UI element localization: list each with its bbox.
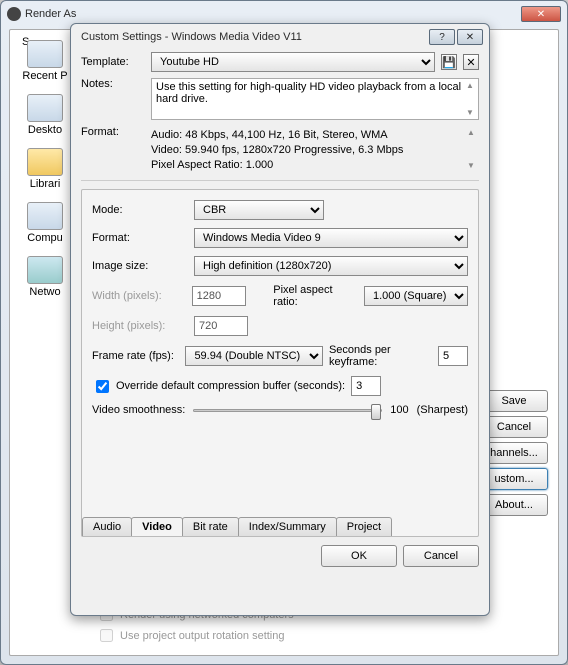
vformat-select[interactable]: Windows Media Video 9 — [194, 228, 468, 248]
right-button-column: Save Cancel hannels... ustom... About... — [480, 390, 548, 516]
window-title: Render As — [21, 8, 521, 20]
tab-index-summary[interactable]: Index/Summary — [238, 517, 337, 536]
override-input[interactable] — [351, 376, 381, 396]
about-button[interactable]: About... — [480, 494, 548, 516]
fps-select[interactable]: 59.94 (Double NTSC) — [185, 346, 323, 366]
sidebar-item-recent[interactable]: Recent P — [16, 40, 74, 82]
use-rotation-checkbox[interactable]: Use project output rotation setting — [96, 626, 294, 645]
spk-label: Seconds per keyframe: — [329, 344, 432, 368]
help-icon[interactable]: ? — [429, 29, 455, 45]
format-summary: Audio: 48 Kbps, 44,100 Hz, 16 Bit, Stere… — [151, 126, 479, 174]
tab-project[interactable]: Project — [336, 517, 392, 536]
delete-template-icon[interactable]: ✕ — [463, 54, 479, 70]
fps-label: Frame rate (fps): — [92, 350, 179, 362]
smoothness-slider[interactable] — [193, 409, 382, 412]
smoothness-value: 100 — [390, 404, 408, 416]
smoothness-label: Video smoothness: — [92, 404, 185, 416]
sub-footer: OK Cancel — [81, 545, 479, 567]
notes-textarea[interactable]: Use this setting for high-quality HD vid… — [151, 78, 479, 120]
titlebar-sub: Custom Settings - Windows Media Video V1… — [71, 24, 489, 50]
notes-scrollbar[interactable]: ▲▼ — [464, 81, 476, 117]
divider — [81, 180, 479, 181]
format-scrollbar[interactable]: ▲▼ — [465, 128, 477, 172]
sidebar-item-desktop[interactable]: Deskto — [16, 94, 74, 136]
format-label: Format: — [81, 126, 145, 138]
channels-button[interactable]: hannels... — [480, 442, 548, 464]
save-button[interactable]: Save — [480, 390, 548, 412]
width-label: Width (pixels): — [92, 290, 186, 302]
tab-video[interactable]: Video — [131, 517, 183, 536]
sub-body: Template: Youtube HD 💾 ✕ Notes: Use this… — [81, 52, 479, 605]
vformat-label: Format: — [92, 232, 188, 244]
app-icon — [7, 7, 21, 21]
slider-thumb[interactable] — [371, 404, 381, 420]
custom-button[interactable]: ustom... — [480, 468, 548, 490]
width-input — [192, 286, 246, 306]
spk-input[interactable] — [438, 346, 468, 366]
sidebar-item-computer[interactable]: Compu — [16, 202, 74, 244]
cancel-button[interactable]: Cancel — [403, 545, 479, 567]
template-select[interactable]: Youtube HD — [151, 52, 435, 72]
height-label: Height (pixels): — [92, 320, 188, 332]
tab-bitrate[interactable]: Bit rate — [182, 517, 239, 536]
cancel-button[interactable]: Cancel — [480, 416, 548, 438]
places-sidebar: Recent P Deskto Librari Compu Netwo — [16, 40, 74, 310]
ok-button[interactable]: OK — [321, 545, 397, 567]
close-icon[interactable]: ✕ — [457, 29, 483, 45]
override-buffer-checkbox[interactable]: Override default compression buffer (sec… — [92, 377, 345, 396]
mode-label: Mode: — [92, 204, 188, 216]
imgsize-select[interactable]: High definition (1280x720) — [194, 256, 468, 276]
imgsize-label: Image size: — [92, 260, 188, 272]
tab-audio[interactable]: Audio — [82, 517, 132, 536]
sub-window-title: Custom Settings - Windows Media Video V1… — [77, 31, 429, 43]
sidebar-item-network[interactable]: Netwo — [16, 256, 74, 298]
template-label: Template: — [81, 56, 145, 68]
par-select[interactable]: 1.000 (Square) — [364, 286, 468, 306]
save-template-icon[interactable]: 💾 — [441, 54, 457, 70]
settings-tabs: Audio Video Bit rate Index/Summary Proje… — [82, 517, 391, 536]
mode-select[interactable]: CBR — [194, 200, 324, 220]
notes-label: Notes: — [81, 78, 145, 90]
height-input — [194, 316, 248, 336]
video-settings-panel: Mode: CBR Format: Windows Media Video 9 … — [81, 189, 479, 537]
close-icon[interactable]: ✕ — [521, 6, 561, 22]
custom-settings-window: Custom Settings - Windows Media Video V1… — [70, 23, 490, 616]
smoothness-suffix: (Sharpest) — [417, 404, 468, 416]
sidebar-item-libraries[interactable]: Librari — [16, 148, 74, 190]
par-label: Pixel aspect ratio: — [273, 284, 358, 308]
